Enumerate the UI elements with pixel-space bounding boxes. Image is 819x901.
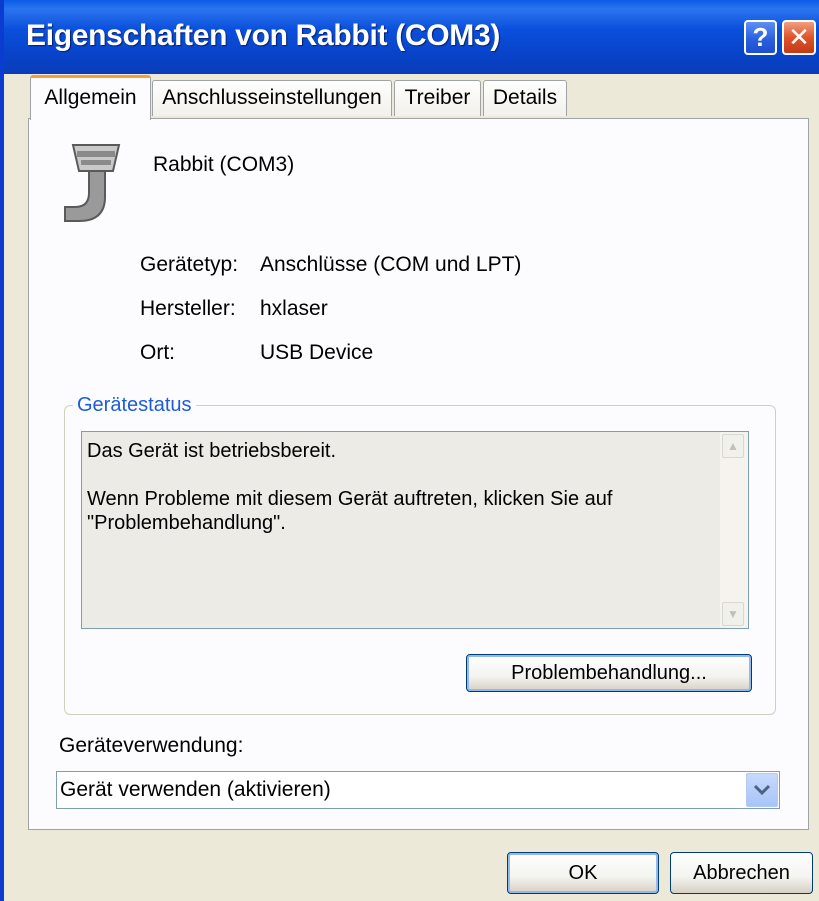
tab-panel-allgemein: Rabbit (COM3) Gerätetyp: Anschlüsse (COM… [28, 118, 809, 830]
status-line-help: Wenn Probleme mit diesem Gerät auftreten… [87, 488, 613, 510]
cancel-button[interactable]: Abbrechen [670, 852, 813, 894]
location-value: USB Device [260, 341, 374, 364]
device-usage-value: Gerät verwenden (aktivieren) [60, 778, 331, 801]
dropdown-arrow-button[interactable] [746, 773, 778, 807]
chevron-down-icon [753, 784, 771, 796]
device-name: Rabbit (COM3) [153, 153, 295, 176]
help-button[interactable]: ? [744, 20, 777, 55]
troubleshoot-button[interactable]: Problembehandlung... [466, 654, 752, 692]
window-title: Eigenschaften von Rabbit (COM3) [26, 19, 501, 52]
status-scrollbar[interactable]: ▲ ▼ [720, 432, 748, 628]
tab-anschlusseinstellungen[interactable]: Anschlusseinstellungen [152, 80, 392, 116]
serial-port-icon [64, 144, 121, 222]
device-usage-select[interactable]: Gerät verwenden (aktivieren) [56, 771, 780, 809]
properties-dialog: Eigenschaften von Rabbit (COM3) ? ✕ Allg… [0, 0, 819, 901]
location-label: Ort: [140, 341, 175, 364]
tab-allgemein[interactable]: Allgemein [30, 75, 151, 120]
close-button[interactable]: ✕ [782, 20, 816, 55]
ok-button[interactable]: OK [507, 852, 659, 894]
scroll-up-icon[interactable]: ▲ [722, 434, 744, 458]
manufacturer-label: Hersteller: [140, 297, 236, 320]
device-type-label: Gerätetyp: [140, 253, 239, 276]
device-status-text[interactable]: Das Gerät ist betriebsbereit. Wenn Probl… [81, 431, 749, 629]
scroll-down-icon[interactable]: ▼ [722, 602, 744, 626]
status-line-ready: Das Gerät ist betriebsbereit. [87, 440, 336, 462]
device-usage-label: Geräteverwendung: [59, 734, 244, 757]
tab-details[interactable]: Details [483, 80, 567, 116]
manufacturer-value: hxlaser [260, 297, 328, 320]
device-type-value: Anschlüsse (COM und LPT) [260, 253, 522, 276]
title-bar[interactable]: Eigenschaften von Rabbit (COM3) ? ✕ [4, 0, 819, 74]
tab-treiber[interactable]: Treiber [394, 80, 481, 116]
device-status-title: Gerätestatus [73, 394, 196, 417]
status-line-troubleshoot: "Problembehandlung". [87, 512, 286, 534]
